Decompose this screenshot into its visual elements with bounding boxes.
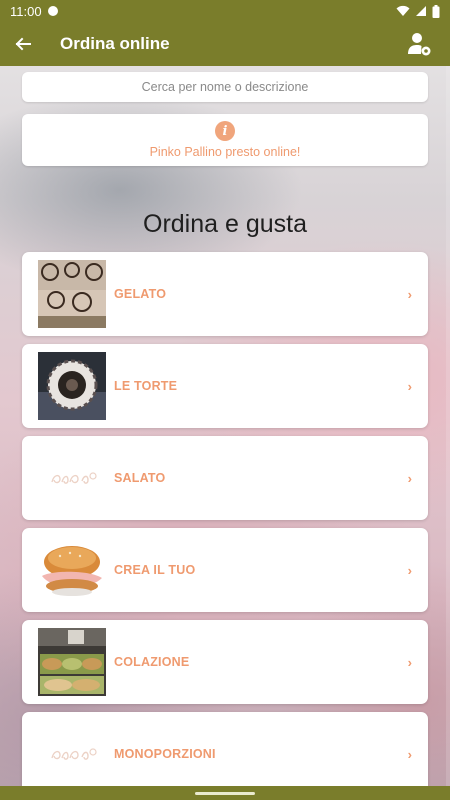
category-card-le-torte[interactable]: LE TORTE › [22, 344, 428, 428]
home-gesture-handle[interactable] [195, 791, 255, 795]
torte-photo [38, 352, 106, 420]
notification-dot-icon [47, 6, 58, 16]
wifi-icon [396, 5, 410, 16]
category-card-gelato[interactable]: GELATO › [22, 252, 428, 336]
search-placeholder: Cerca per nome o descrizione [141, 80, 309, 94]
sandwich-photo [38, 536, 106, 604]
chevron-right-icon: › [407, 746, 412, 762]
battery-icon [432, 4, 440, 18]
category-label: GELATO [114, 287, 167, 301]
chevron-right-icon: › [407, 562, 412, 578]
chevron-right-icon: › [407, 470, 412, 486]
search-input[interactable]: Cerca per nome o descrizione [22, 72, 428, 102]
section-title: Ordina e gusta [143, 210, 307, 238]
notice-message: Pinko Pallino presto online! [149, 145, 301, 159]
status-bar: 11:00 [0, 0, 450, 22]
gelato-photo [38, 260, 106, 328]
arrow-left-icon [15, 37, 31, 51]
page-title: Ordina online [60, 34, 170, 53]
clock: 11:00 [10, 3, 42, 19]
notice-card: i Pinko Pallino presto online! [22, 114, 428, 166]
colazione-photo [38, 628, 106, 696]
category-card-monoporzioni[interactable]: MONOPORZIONI › [22, 712, 428, 796]
signal-icon [416, 6, 426, 16]
category-label: CREA IL TUO [114, 563, 196, 577]
chevron-right-icon: › [407, 654, 412, 670]
back-button[interactable] [0, 22, 46, 66]
app-bar: Ordina online [0, 22, 450, 66]
category-card-salato[interactable]: SALATO › [22, 436, 428, 520]
chevron-right-icon: › [407, 286, 412, 302]
category-label: MONOPORZIONI [114, 747, 216, 761]
system-nav-bar [0, 786, 450, 800]
account-settings-icon[interactable] [406, 31, 432, 57]
info-icon: i [215, 121, 235, 141]
category-card-colazione[interactable]: COLAZIONE › [22, 620, 428, 704]
main-content: Cerca per nome o descrizione i Pinko Pal… [0, 66, 450, 796]
category-label: SALATO [114, 471, 166, 485]
category-card-crea-il-tuo[interactable]: CREA IL TUO › [22, 528, 428, 612]
logo-watermark [38, 444, 106, 512]
logo-watermark [38, 720, 106, 788]
chevron-right-icon: › [407, 378, 412, 394]
category-label: LE TORTE [114, 379, 178, 393]
category-label: COLAZIONE [114, 655, 190, 669]
scrollbar[interactable] [446, 66, 450, 786]
